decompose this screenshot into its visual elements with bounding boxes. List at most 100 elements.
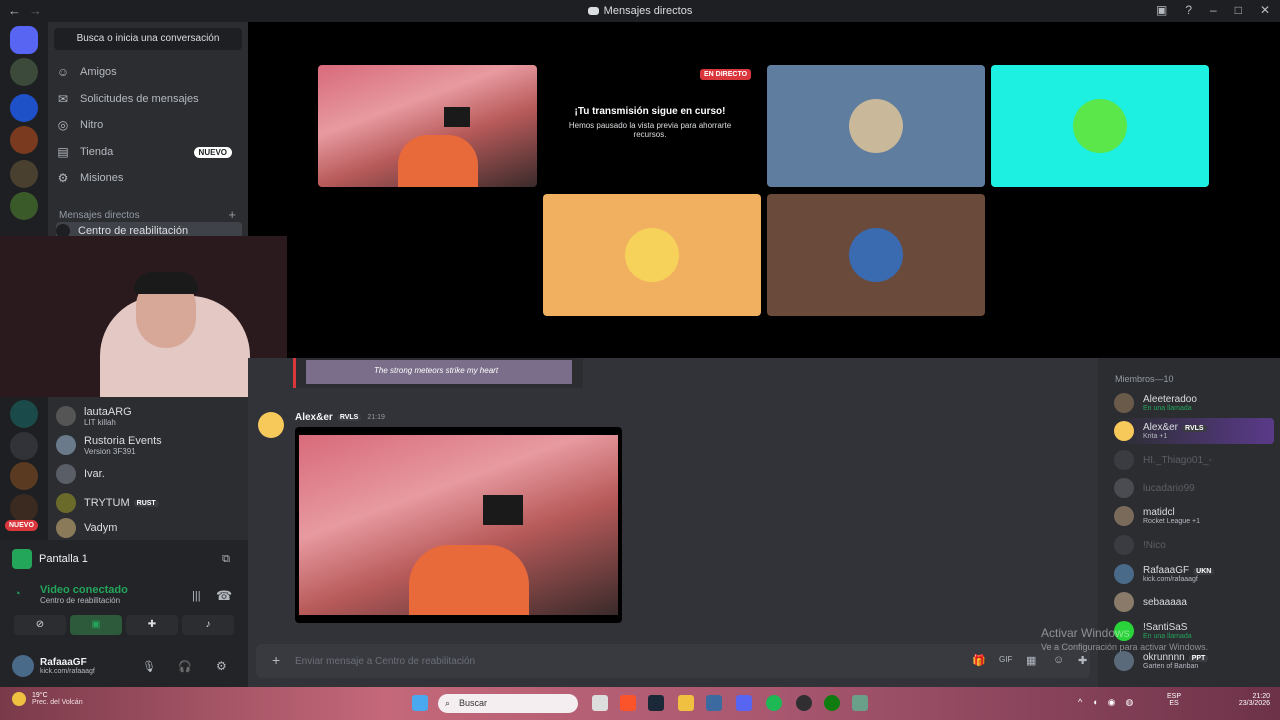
participant-tile[interactable] [767,65,985,187]
nav-message-requests[interactable]: ✉ Solicitudes de mensajes [56,88,242,110]
server-icon[interactable] [10,94,38,122]
windows-start-icon[interactable] [412,695,428,711]
video-stage: EN DIRECTO ¡Tu transmisión sigue en curs… [248,22,1280,358]
dm-item[interactable]: Rustoria Events Version 3F391 [56,430,242,460]
user-area[interactable]: RafaaaGF kick.com/rafaaagf 🎙 🎧 ⚙ [12,652,238,680]
inbox-icon[interactable]: ▣ [1156,3,1167,17]
ukn-tag: UKN [1193,568,1215,575]
gift-icon[interactable]: 🎁 [972,654,986,667]
apps-icon[interactable]: ✚ [1078,654,1087,667]
member-item[interactable]: RafaaaGF UKN kick.com/rafaaagf [1114,561,1274,587]
brave-browser-icon[interactable] [620,695,636,711]
nav-shop[interactable]: ▤ Tienda NUEVO [56,141,242,163]
avatar [849,228,903,282]
popout-icon[interactable]: ⧉ [222,553,230,566]
settings-icon[interactable]: ⚙ [216,659,227,673]
app-icon[interactable] [706,695,722,711]
member-item[interactable]: sebaaaaa [1114,589,1274,615]
emoji-icon[interactable]: ☺ [1053,654,1064,666]
chevron-up-icon: ^ [1078,697,1083,707]
screen-share-row[interactable]: Pantalla 1 ⧉ [12,548,236,570]
server-icon[interactable] [10,400,38,428]
spotify-icon[interactable] [766,695,782,711]
clock[interactable]: 21:20 23/3/2026 [1226,693,1270,707]
minimize-icon[interactable]: – [1210,3,1217,17]
add-dm-icon[interactable]: + [228,207,236,222]
voice-user-panel: Pantalla 1 ⧉ ◔ Video conectado Centro de… [0,540,248,687]
member-item[interactable]: lucadario99 [1114,475,1274,501]
stream-preview-tile[interactable] [318,65,537,187]
taskbar-search[interactable]: ⌕ Buscar [438,694,578,713]
dm-item[interactable]: TRYTUM RUST [56,488,242,518]
avatar [1114,621,1134,641]
weather-widget[interactable]: 19°C Prec. del Volcán [12,692,83,706]
avatar [1114,592,1134,612]
activities-button[interactable]: ✚ [126,615,178,635]
server-icon[interactable] [10,192,38,220]
maximize-icon[interactable]: □ [1235,3,1242,17]
member-item[interactable]: matidcl Rocket League +1 [1114,503,1274,529]
search-conversation-button[interactable]: Busca o inicia una conversación [54,28,242,50]
embed-preview[interactable]: The strong meteors strike my heart [293,358,583,388]
title-bar: ← → Mensajes directos ▣ ? – □ ✕ [0,0,1280,22]
camera-off-button[interactable]: ⊘ [14,615,66,635]
server-icon[interactable] [10,160,38,188]
avatar [1114,535,1134,555]
member-item[interactable]: HI._Thiago01_- [1114,447,1274,473]
participant-tile[interactable] [767,194,985,316]
member-item[interactable]: Alex&er RVLS Krita +1 [1114,418,1274,444]
nav-nitro[interactable]: ◎ Nitro [56,114,242,136]
dm-item[interactable]: lautaARG LIT killah [56,401,242,431]
server-icon[interactable] [10,126,38,154]
disconnect-icon[interactable]: ☎ [216,588,232,604]
discord-taskbar-icon[interactable] [736,695,752,711]
server-icon[interactable] [10,494,38,522]
message-image[interactable] [295,427,622,623]
server-icon[interactable] [10,462,38,490]
soundboard-button[interactable]: ♪ [182,615,234,635]
server-icon[interactable] [10,58,38,86]
dm-item[interactable]: Vadym [56,517,242,539]
participant-tile[interactable] [991,65,1209,187]
xbox-icon[interactable] [824,695,840,711]
nav-quests[interactable]: ⚙ Misiones [56,167,242,189]
home-discord-icon[interactable] [10,26,38,54]
friends-icon: ☺ [56,65,70,79]
avatar [1114,478,1134,498]
network-icon: ◉ [1107,697,1116,707]
rust-tag: RUST [133,499,159,507]
sticker-icon[interactable]: ▦ [1026,654,1036,667]
message-avatar[interactable] [258,412,284,438]
rvls-tag: RVLS [336,414,362,421]
steam-icon[interactable] [648,695,664,711]
member-item[interactable]: okrunnnn PPT Garten of Banban [1114,648,1274,674]
server-icon[interactable] [10,432,38,460]
gif-icon[interactable]: GIF [999,655,1012,664]
microphone-icon[interactable]: 🎙 [142,660,156,673]
orange-shirt-shape [409,545,529,615]
participant-tile[interactable] [543,194,761,316]
dm-item[interactable]: Ivar. [56,459,242,489]
file-explorer-icon[interactable] [678,695,694,711]
app-icon[interactable] [852,695,868,711]
task-view-icon[interactable] [592,695,608,711]
search-icon: ⌕ [445,698,451,708]
dm-header: Mensajes directos [59,210,140,221]
member-item[interactable]: Aleeteradoo En una llamada [1114,390,1274,416]
close-icon[interactable]: ✕ [1260,3,1270,17]
obs-icon[interactable] [796,695,812,711]
member-item[interactable]: !SantiSaS En una llamada [1114,618,1274,644]
help-icon[interactable]: ? [1185,3,1192,17]
headphones-icon[interactable]: 🎧 [178,660,192,673]
message-input[interactable]: + Enviar mensaje a Centro de reabilitaci… [256,644,1090,678]
shop-icon: ▤ [57,145,69,159]
noise-suppression-icon[interactable]: ||| [192,590,201,602]
add-attachment-icon[interactable]: + [272,652,280,668]
nav-friends[interactable]: ☺ Amigos [56,61,242,83]
avatar [1114,450,1134,470]
security-icon: ◍ [1125,697,1134,707]
tray-icons[interactable]: ^ ◖ ◉ ◍ [1078,697,1133,708]
share-screen-button[interactable]: ▣ [70,615,122,635]
language-indicator[interactable]: ESP ES [1167,693,1181,707]
member-item[interactable]: !Nico [1114,532,1274,558]
